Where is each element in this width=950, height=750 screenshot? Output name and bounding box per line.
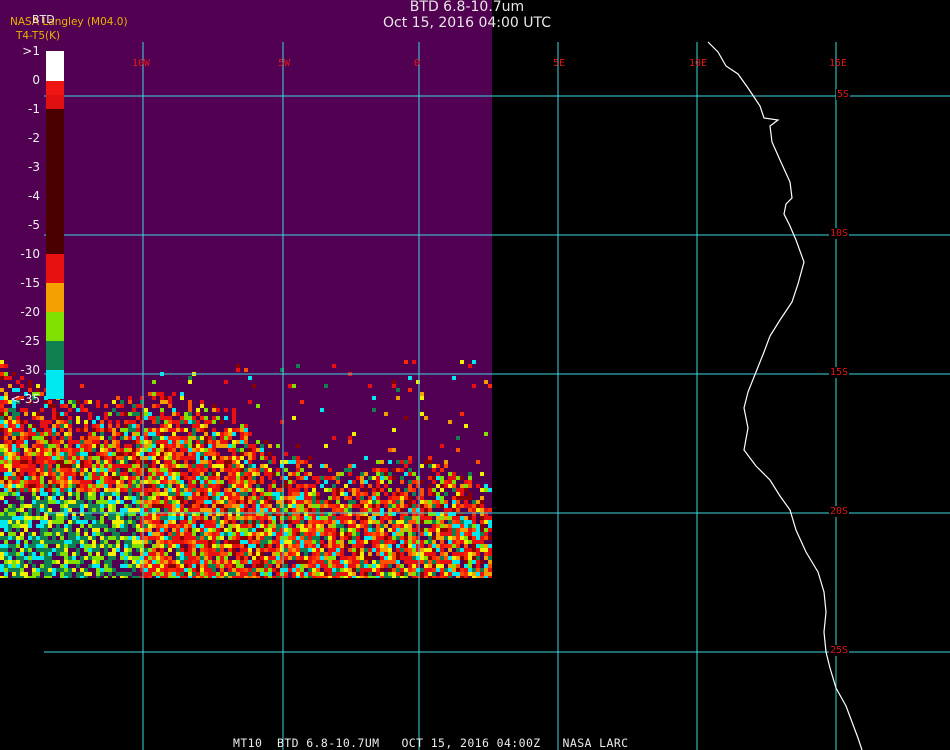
latitude-label: 20S [829, 506, 850, 517]
colorbar-tick-label: -25 [20, 334, 40, 348]
longitude-label: 5W [278, 58, 291, 69]
colorbar-tick-label: -30 [20, 363, 40, 377]
colorbar-segment [46, 283, 64, 312]
map-canvas [0, 0, 950, 750]
agency-label: NASA Langley (M04.0) [10, 16, 128, 28]
latitude-label: 25S [829, 645, 850, 656]
product-title: BTD 6.8-10.7um [409, 0, 525, 15]
colorbar-tick-label: -15 [20, 276, 40, 290]
colorbar-tick-label: <-35 [10, 392, 40, 406]
colorbar-tick-label: -5 [28, 218, 40, 232]
no-coverage-region [0, 578, 492, 750]
colorbar-tick-label: -10 [20, 247, 40, 261]
colorbar-tick-label: -4 [28, 189, 40, 203]
latitude-label: 10S [829, 228, 850, 239]
colorbar-segment [46, 109, 64, 254]
colorbar-tick-label: >1 [22, 44, 40, 58]
latitude-label: 5S [836, 89, 851, 100]
coastline [707, 41, 863, 750]
colorbar-tick-label: -1 [28, 102, 40, 116]
colorbar-segment [46, 51, 64, 81]
colorbar-title: BTD [32, 13, 55, 26]
longitude-label: 10W [132, 58, 151, 69]
colorbar-tick-label: -3 [28, 160, 40, 174]
units-label: T4-T5(K) [16, 30, 61, 42]
longitude-label: 0 [414, 58, 421, 69]
colorbar-tick-label: -20 [20, 305, 40, 319]
colorbar-tick-label: 0 [32, 73, 40, 87]
footer-text: MT10 BTD 6.8-10.7UM OCT 15, 2016 04:00Z … [233, 736, 629, 750]
longitude-label: 15E [829, 58, 848, 69]
latitude-label: 15S [829, 367, 850, 378]
longitude-label: 10E [689, 58, 708, 69]
colorbar-tick-label: -2 [28, 131, 40, 145]
colorbar-segment [46, 312, 64, 341]
satellite-map-view: BTD 6.8-10.7um Oct 15, 2016 04:00 UTC NA… [0, 0, 950, 750]
colorbar-segment [46, 341, 64, 370]
colorbar-segment [46, 81, 64, 95]
product-timestamp: Oct 15, 2016 04:00 UTC [383, 15, 551, 31]
longitude-label: 5E [553, 58, 566, 69]
colorbar-segment [46, 254, 64, 283]
colorbar-segment [46, 370, 64, 399]
